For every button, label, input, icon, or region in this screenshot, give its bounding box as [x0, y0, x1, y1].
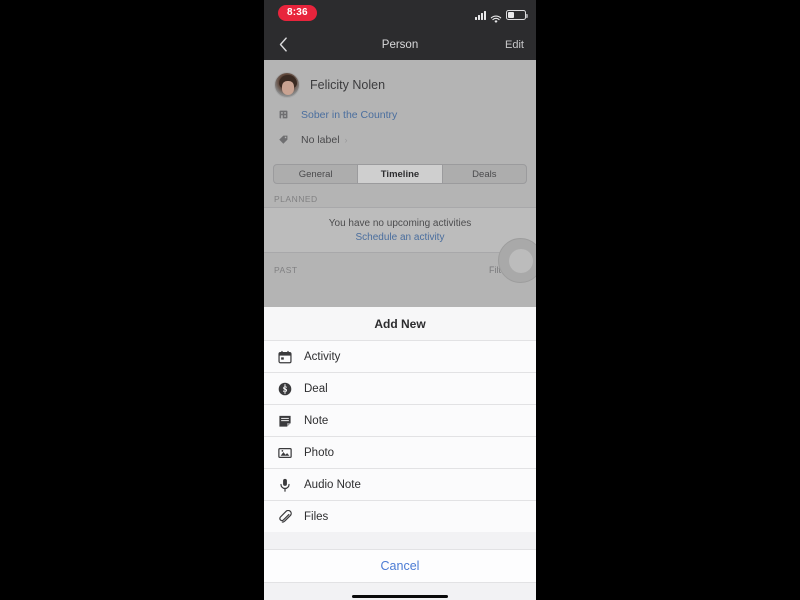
battery-icon — [506, 10, 528, 20]
sheet-footer — [264, 583, 536, 600]
add-new-action-sheet: Add New Activity Deal Note Photo Audio N… — [264, 307, 536, 600]
nav-bar: Person Edit — [264, 29, 536, 60]
screenshot-stage: 8:36 Person Edit Felicity Nolen Sober in… — [0, 0, 800, 600]
wifi-icon — [490, 11, 502, 23]
organization-row[interactable]: Sober in the Country — [264, 102, 536, 127]
sheet-item-label: Deal — [304, 382, 328, 395]
sheet-title: Add New — [264, 307, 536, 340]
segmented-control: General Timeline Deals — [273, 164, 527, 184]
microphone-icon — [276, 476, 293, 493]
organization-label[interactable]: Sober in the Country — [301, 109, 397, 121]
person-summary-card: Felicity Nolen Sober in the Country No l… — [264, 60, 536, 158]
photo-icon — [276, 444, 293, 461]
note-icon — [276, 412, 293, 429]
home-indicator[interactable] — [352, 594, 448, 598]
paperclip-icon — [276, 508, 293, 525]
person-name-row[interactable]: Felicity Nolen — [264, 68, 536, 102]
tab-general[interactable]: General — [274, 165, 359, 183]
sheet-item-label: Files — [304, 510, 329, 523]
avatar[interactable] — [274, 72, 300, 98]
cancel-button[interactable]: Cancel — [264, 549, 536, 583]
fab-inner-circle — [508, 248, 533, 273]
tag-icon — [274, 134, 292, 145]
sheet-item-deal[interactable]: S Deal — [264, 372, 536, 404]
tab-timeline[interactable]: Timeline — [358, 165, 443, 183]
chevron-left-icon[interactable] — [270, 32, 296, 58]
sheet-item-files[interactable]: Files — [264, 500, 536, 532]
past-section-header-row: PAST Filter — [264, 253, 536, 279]
sheet-card: Add New Activity Deal Note Photo Audio N… — [264, 307, 536, 532]
page-title: Person — [381, 38, 419, 51]
sheet-item-label: Activity — [304, 350, 341, 363]
dollar-circle-icon: S — [276, 380, 293, 397]
label-row[interactable]: No label › — [264, 127, 536, 152]
sheet-item-label: Note — [304, 414, 329, 427]
organization-icon — [274, 109, 292, 120]
cellular-signal-icon — [475, 11, 486, 20]
schedule-activity-link[interactable]: Schedule an activity — [356, 232, 445, 243]
add-fab-icon[interactable] — [498, 238, 536, 283]
tab-deals[interactable]: Deals — [443, 165, 526, 183]
sheet-divider — [264, 532, 536, 549]
past-section-header: PAST — [274, 265, 298, 275]
calendar-icon — [276, 348, 293, 365]
empty-activities-message: You have no upcoming activities — [328, 217, 472, 229]
planned-section-header: PLANNED — [274, 194, 318, 204]
sheet-item-audio-note[interactable]: Audio Note — [264, 468, 536, 500]
status-bar: 8:36 — [264, 0, 536, 29]
person-detail-content: Felicity Nolen Sober in the Country No l… — [264, 60, 536, 307]
person-name: Felicity Nolen — [310, 78, 386, 92]
recording-time-pill[interactable]: 8:36 — [278, 5, 317, 21]
status-icons — [475, 9, 528, 23]
phone-screen: 8:36 Person Edit Felicity Nolen Sober in… — [264, 0, 536, 600]
edit-button[interactable]: Edit — [505, 39, 524, 51]
sheet-item-photo[interactable]: Photo — [264, 436, 536, 468]
chevron-right-icon: › — [344, 134, 348, 145]
sheet-item-label: Photo — [304, 446, 335, 459]
sheet-item-list: Activity S Deal — [264, 340, 536, 532]
sheet-item-note[interactable]: Note — [264, 404, 536, 436]
planned-empty-card: You have no upcoming activities Schedule… — [264, 207, 536, 253]
label-value: No label — [301, 133, 340, 146]
sheet-item-label: Audio Note — [304, 478, 361, 491]
sheet-item-activity[interactable]: Activity — [264, 340, 536, 372]
